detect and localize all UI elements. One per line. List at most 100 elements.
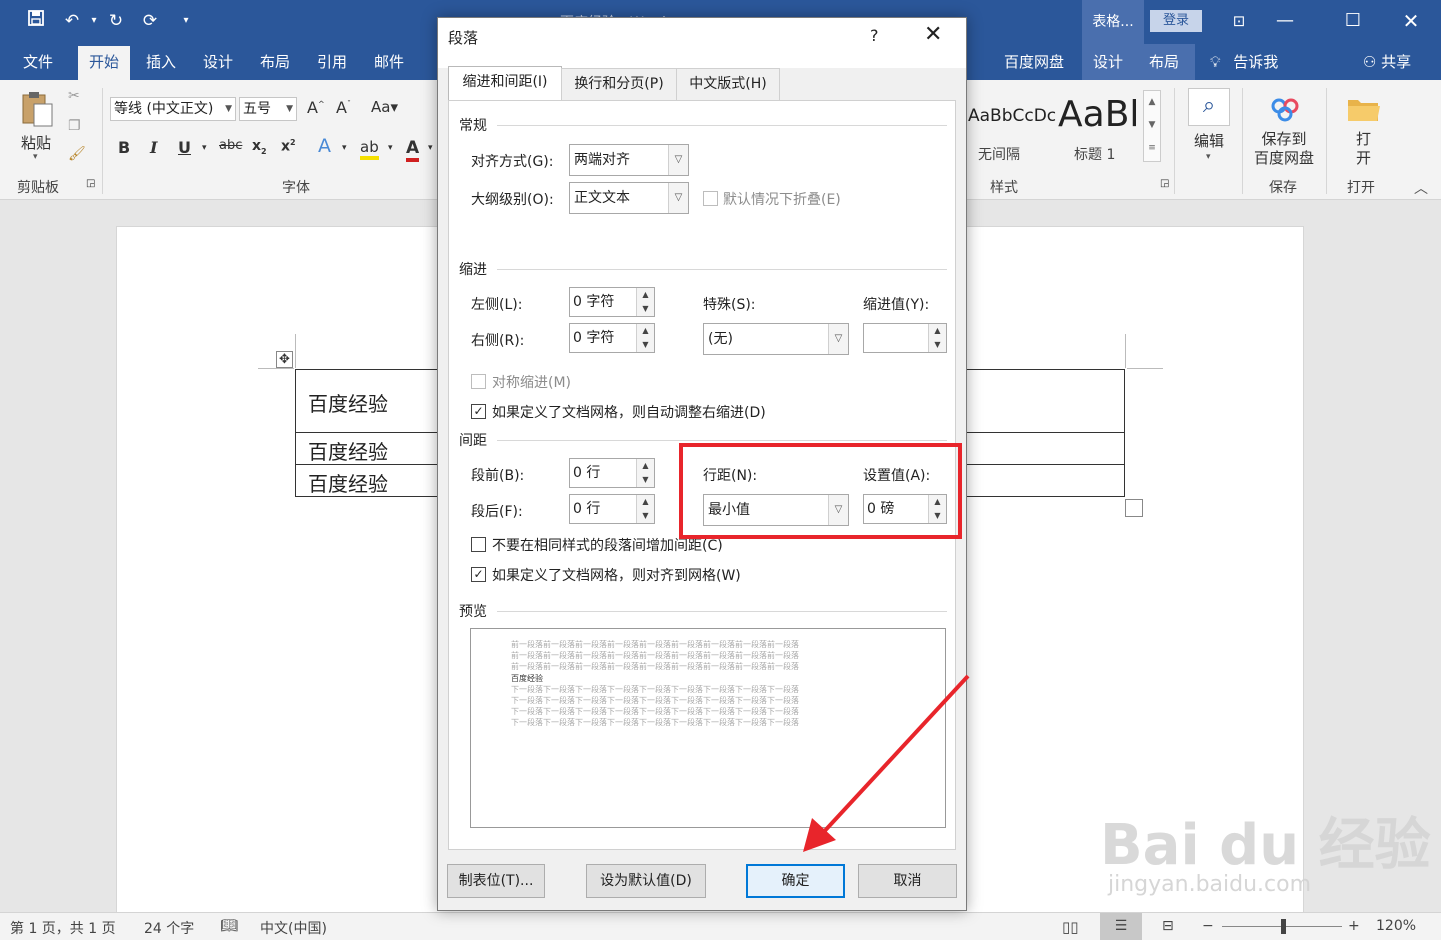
cancel-button[interactable]: 取消 [858,864,957,898]
underline-dropdown-icon[interactable]: ▾ [202,143,207,153]
redo-icon[interactable]: ↻ [104,9,128,33]
zoom-in-icon[interactable]: + [1348,918,1360,934]
ribbon-display-icon[interactable]: ⊡ [1216,0,1262,44]
no-space-same-style-checkbox[interactable] [471,537,486,552]
spin-up-icon[interactable]: ▲ [636,495,654,509]
undo-dropdown-icon[interactable]: ▾ [82,9,106,33]
paste-icon[interactable] [20,90,54,128]
spin-down-icon[interactable]: ▼ [636,302,654,316]
read-mode-icon[interactable]: ▯▯ [1062,918,1079,936]
italic-icon[interactable]: I [150,138,157,157]
refresh-icon[interactable]: ⟳ [138,9,162,33]
grow-font-icon[interactable]: A^ [307,98,325,117]
tell-me[interactable]: 💡︎ 告诉我 [1206,44,1296,80]
outline-level-select[interactable]: 正文文本 ▽ [569,182,689,214]
style-no-spacing[interactable]: AaBbCcDc 无间隔 [966,88,1056,168]
tab-home[interactable]: 开始 [78,46,130,80]
highlight-dropdown-icon[interactable]: ▾ [388,143,393,153]
highlight-icon[interactable]: ab [360,138,379,160]
clipboard-launcher-icon[interactable]: ◲ [86,178,95,189]
table-resize-handle[interactable] [1125,499,1143,517]
tab-indents-spacing[interactable]: 缩进和间距(I) [448,66,562,101]
change-case-icon[interactable]: Aa▾ [371,98,398,116]
open-label[interactable]: 打 开 [1356,130,1371,168]
spin-down-icon[interactable]: ▼ [636,473,654,487]
cut-icon[interactable]: ✂ [68,88,80,104]
tab-design[interactable]: 设计 [193,44,243,80]
tab-line-page-breaks[interactable]: 换行和分页(P) [561,68,677,100]
login-button[interactable]: 登录 [1150,10,1202,32]
subscript-icon[interactable]: x2 [252,138,267,156]
space-after-spinner[interactable]: 0 行 ▲ ▼ [569,494,655,524]
tab-references[interactable]: 引用 [307,44,357,80]
word-count[interactable]: 24 个字 [144,918,194,938]
alignment-select[interactable]: 两端对齐 ▽ [569,144,689,176]
indent-left-spinner[interactable]: 0 字符 ▲ ▼ [569,287,655,317]
proofing-icon[interactable]: 📖︎ [220,918,238,934]
save-icon[interactable] [24,9,48,33]
tab-file[interactable]: 文件 [14,44,62,80]
baidu-pan-icon[interactable] [1268,94,1302,124]
zoom-slider-thumb[interactable] [1281,919,1286,934]
edit-label[interactable]: 编辑 [1194,130,1224,151]
collapse-checkbox[interactable] [703,191,718,206]
special-select[interactable]: (无) ▽ [703,323,849,355]
tab-layout[interactable]: 布局 [250,44,300,80]
text-effects-icon[interactable]: A [318,135,331,157]
styles-launcher-icon[interactable]: ◲ [1160,178,1169,189]
page-count[interactable]: 第 1 页，共 1 页 [10,918,116,938]
customize-qat-icon[interactable]: ▾ [174,9,198,33]
set-default-button[interactable]: 设为默认值(D) [586,864,706,898]
tab-table-layout[interactable]: 布局 [1142,44,1186,80]
search-icon[interactable]: ⌕ [1188,88,1230,126]
zoom-out-icon[interactable]: − [1202,918,1214,934]
tabs-button[interactable]: 制表位(T)... [447,864,545,898]
zoom-level[interactable]: 120% [1376,918,1416,934]
language[interactable]: 中文(中国) [260,918,327,938]
spin-up-icon[interactable]: ▲ [636,288,654,302]
close-icon[interactable]: ✕ [924,22,942,47]
indent-by-spinner[interactable]: ▲ ▼ [863,323,947,353]
format-painter-icon[interactable]: 🖌︎ [68,146,86,162]
font-color-icon[interactable]: A [406,138,420,162]
font-name-combo[interactable]: 等线 (中文正文) ▼ [110,97,236,121]
mirror-indents-checkbox[interactable] [471,374,486,389]
copy-icon[interactable]: ❐ [68,118,81,134]
spin-down-icon[interactable]: ▼ [928,338,946,352]
spin-down-icon[interactable]: ▼ [636,509,654,523]
spin-down-icon[interactable]: ▼ [636,338,654,352]
style-heading-1[interactable]: AaBl 标题 1 [1054,88,1138,168]
tab-table-design[interactable]: 设计 [1086,44,1130,80]
edit-dropdown-icon[interactable]: ▾ [1206,152,1211,162]
auto-right-indent-checkbox[interactable]: ✓ [471,404,486,419]
styles-scroll[interactable]: ▲ ▼ ≡ [1143,90,1161,162]
save-to-pan-label[interactable]: 保存到 百度网盘 [1254,130,1314,168]
tab-baidu-pan[interactable]: 百度网盘 [995,44,1073,80]
maximize-icon[interactable]: ☐ [1330,0,1376,44]
shrink-font-icon[interactable]: Aˇ [336,98,351,117]
bold-icon[interactable]: B [118,138,130,157]
tab-mailings[interactable]: 邮件 [364,44,414,80]
spin-up-icon[interactable]: ▲ [636,324,654,338]
folder-icon[interactable] [1346,94,1382,124]
paste-dropdown-icon[interactable]: ▾ [33,152,38,162]
web-layout-icon[interactable]: ⊟ [1162,918,1174,934]
close-window-icon[interactable]: ✕ [1388,0,1434,44]
tab-insert[interactable]: 插入 [136,44,186,80]
paste-label[interactable]: 粘贴 [21,132,51,153]
undo-icon[interactable]: ↶ [60,9,84,33]
superscript-icon[interactable]: x2 [281,138,296,155]
ok-button[interactable]: 确定 [746,864,845,898]
tab-asian-typography[interactable]: 中文版式(H) [676,68,780,100]
spin-up-icon[interactable]: ▲ [928,324,946,338]
indent-right-spinner[interactable]: 0 字符 ▲ ▼ [569,323,655,353]
font-color-dropdown-icon[interactable]: ▾ [428,143,433,153]
underline-icon[interactable]: U [178,138,191,157]
help-button[interactable]: ? [870,26,879,45]
minimize-icon[interactable]: — [1262,0,1308,44]
spin-up-icon[interactable]: ▲ [636,459,654,473]
strikethrough-icon[interactable]: abc [219,138,242,153]
share-button[interactable]: ⚇ 共享 [1352,44,1422,80]
table-move-handle-icon[interactable]: ✥ [276,351,293,368]
collapse-ribbon-icon[interactable]: ︿ [1414,178,1428,198]
